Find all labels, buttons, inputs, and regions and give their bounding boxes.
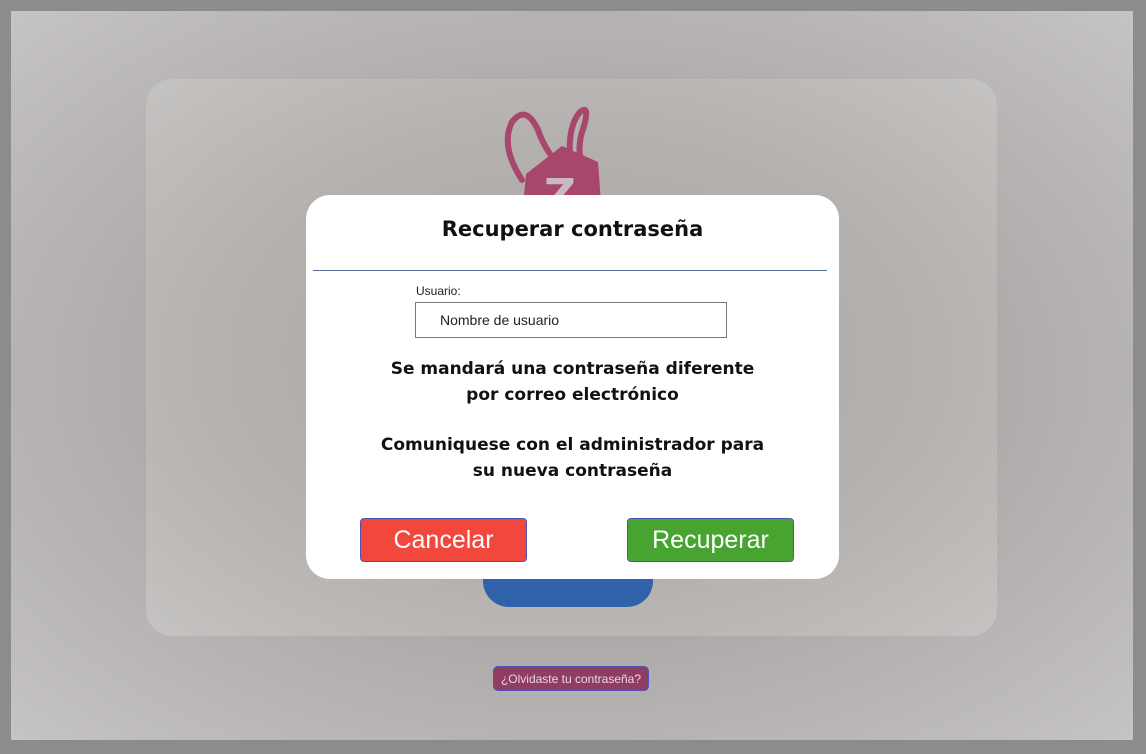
dialog-title: Recuperar contraseña (441, 217, 704, 241)
info-line: Comuniquese con el administrador para (380, 435, 765, 455)
username-label: Usuario: (416, 284, 461, 298)
divider (313, 270, 827, 271)
recover-password-dialog: Recuperar contraseña Usuario: Se mandará… (306, 195, 839, 579)
info-line: por correo electrónico (466, 385, 679, 405)
cancel-button[interactable]: Cancelar (360, 518, 527, 562)
admin-info-text: Comuniquese con el administrador para su… (306, 432, 839, 484)
forgot-password-link[interactable]: ¿Olvidaste tu contraseña? (493, 666, 649, 691)
email-info-text: Se mandará una contraseña diferente por … (306, 356, 839, 408)
info-line: Se mandará una contraseña diferente (390, 359, 755, 379)
recover-button[interactable]: Recuperar (627, 518, 794, 562)
info-line: su nueva contraseña (472, 461, 673, 481)
username-input[interactable] (415, 302, 727, 338)
